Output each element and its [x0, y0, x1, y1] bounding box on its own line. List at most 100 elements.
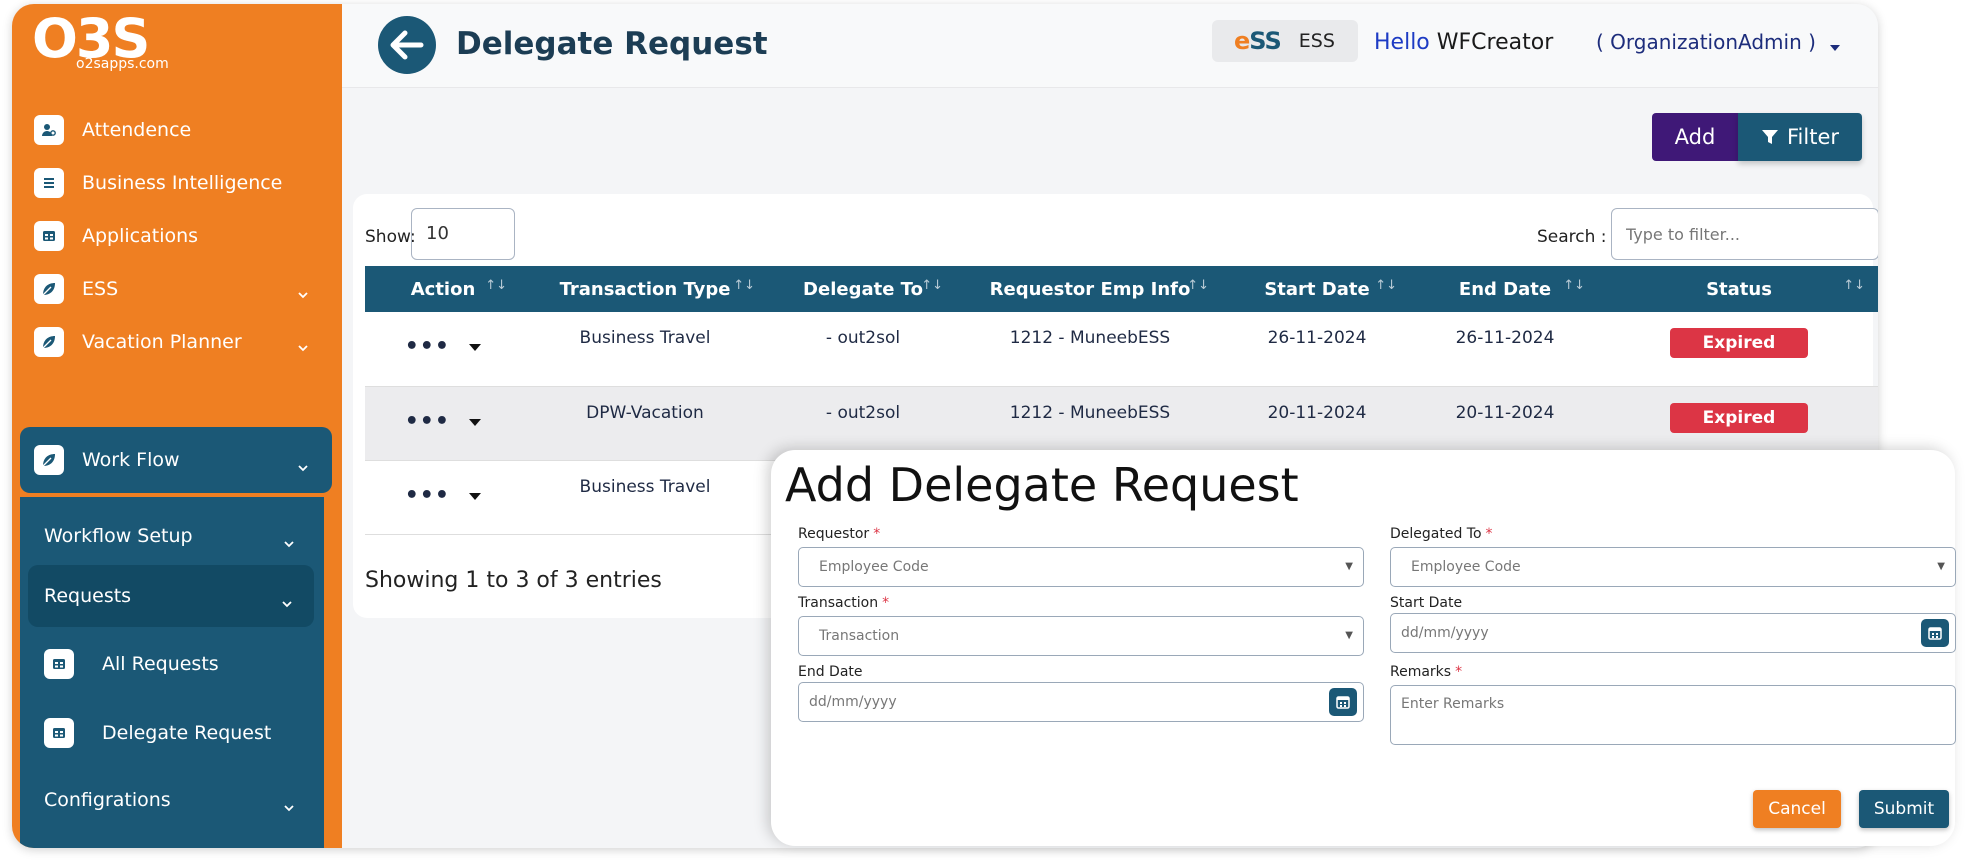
sort-icon: ↑↓ [921, 278, 943, 293]
sidebar-item-label: Applications [82, 225, 199, 247]
more-actions-button[interactable]: ••• [405, 409, 450, 434]
sort-icon: ↑↓ [1187, 278, 1209, 293]
delegated-to-select[interactable]: Employee Code ▼ [1390, 547, 1956, 587]
column-header-start-date[interactable]: Start Date ↑↓ [1223, 266, 1411, 312]
search-label: Search : [1537, 227, 1607, 247]
chevron-down-icon [282, 591, 292, 613]
sort-icon: ↑↓ [1375, 278, 1397, 293]
caret-down-icon[interactable] [469, 485, 482, 505]
sidebar: O3S o2sapps.com Attendence Business Inte… [12, 4, 342, 848]
table-row: ••• Business Travel - out2sol 1212 - Mun… [365, 312, 1878, 387]
start-date-input[interactable]: dd/mm/yyyy [1390, 613, 1956, 653]
submenu-item-delegate-request[interactable]: Delegate Request [20, 702, 324, 764]
action-cell: ••• [365, 386, 521, 461]
sidebar-item-applications[interactable]: Applications [20, 207, 332, 265]
required-mark: * [873, 526, 881, 542]
chevron-down-icon [298, 335, 308, 357]
greeting: Hello WFCreator [1374, 30, 1553, 55]
calendar-icon[interactable] [1921, 619, 1949, 647]
cell-delegate-to: - out2sol [769, 312, 957, 387]
column-header-action[interactable]: Action ↑↓ [365, 266, 521, 312]
sidebar-item-business-intelligence[interactable]: Business Intelligence [20, 154, 332, 212]
calendar-icon[interactable] [1329, 688, 1357, 716]
column-header-end-date[interactable]: End Date ↑↓ [1411, 266, 1599, 312]
filter-label: Filter [1786, 125, 1839, 149]
submenu-item-label: All Requests [102, 653, 219, 675]
required-mark: * [882, 595, 890, 611]
more-actions-button[interactable]: ••• [405, 483, 450, 508]
chevron-down-icon [284, 531, 294, 553]
caret-down-icon[interactable] [469, 336, 482, 356]
transaction-label: Transaction * [798, 595, 890, 611]
submenu-item-configrations[interactable]: Configrations [20, 769, 324, 831]
column-header-requestor-emp-info[interactable]: Requestor Emp Info ↑↓ [957, 266, 1223, 312]
action-cell: ••• [365, 460, 521, 535]
sidebar-item-vacation-planner[interactable]: Vacation Planner [20, 313, 332, 371]
end-date-input[interactable]: dd/mm/yyyy [798, 682, 1364, 722]
search-input[interactable] [1611, 208, 1878, 260]
sidebar-item-label: Attendence [82, 119, 192, 141]
caret-down-icon[interactable] [469, 411, 482, 431]
chevron-down-icon: ▼ [1345, 630, 1353, 641]
modal-title: Add Delegate Request [785, 458, 1299, 512]
transaction-select[interactable]: Transaction ▼ [798, 616, 1364, 656]
submenu-item-workflow-setup[interactable]: Workflow Setup [20, 505, 324, 567]
requestor-select[interactable]: Employee Code ▼ [798, 547, 1364, 587]
ess-switch[interactable]: eSS ESS [1212, 20, 1358, 62]
grid-icon [34, 221, 64, 251]
start-date-label: Start Date [1390, 595, 1463, 611]
cell-status: Expired [1599, 386, 1878, 461]
cell-requestor: 1212 - MuneebESS [957, 312, 1223, 387]
submit-button[interactable]: Submit [1859, 790, 1949, 828]
cell-transaction-type: DPW-Vacation [521, 386, 769, 461]
submenu-item-label: Delegate Request [102, 722, 272, 744]
cell-transaction-type: Business Travel [521, 312, 769, 387]
cell-end-date: 20-11-2024 [1411, 386, 1599, 461]
sidebar-item-ess[interactable]: ESS [20, 260, 332, 318]
status-badge: Expired [1670, 402, 1808, 433]
cancel-button[interactable]: Cancel [1753, 790, 1841, 828]
sort-icon: ↑↓ [485, 278, 507, 293]
username: WFCreator [1436, 30, 1554, 55]
filter-button[interactable]: Filter [1738, 113, 1862, 161]
sidebar-item-attendence[interactable]: Attendence [20, 101, 332, 159]
cell-delegate-to: - out2sol [769, 386, 957, 461]
remarks-textarea[interactable]: Enter Remarks [1390, 685, 1956, 745]
leaf-icon [34, 445, 64, 475]
filter-icon [1761, 128, 1779, 146]
table-header-row: Action ↑↓ Transaction Type ↑↓ Delegate To ↑… [365, 266, 1878, 312]
greeting-hello: Hello [1374, 30, 1430, 55]
ess-logo: eSS [1234, 27, 1282, 55]
logo-subtitle: o2sapps.com [76, 56, 169, 72]
submenu-item-label: Configrations [44, 789, 171, 811]
column-header-transaction-type[interactable]: Transaction Type ↑↓ [521, 266, 769, 312]
sidebar-item-work-flow[interactable]: Work Flow [20, 427, 332, 493]
column-header-delegate-to[interactable]: Delegate To ↑↓ [769, 266, 957, 312]
logo[interactable]: O3S o2sapps.com [32, 10, 192, 80]
entries-info: Showing 1 to 3 of 3 entries [365, 568, 662, 593]
cell-requestor: 1212 - MuneebESS [957, 386, 1223, 461]
column-header-status[interactable]: Status ↑↓ [1599, 266, 1878, 312]
page-size-select[interactable]: 10 [411, 208, 515, 260]
required-mark: * [1485, 526, 1493, 542]
arrow-left-icon [390, 30, 424, 60]
list-icon [34, 168, 64, 198]
ess-label: ESS [1298, 30, 1335, 52]
back-button[interactable] [378, 16, 436, 74]
delegated-to-label: Delegated To * [1390, 526, 1493, 542]
submenu-item-all-requests[interactable]: All Requests [20, 633, 324, 695]
required-mark: * [1455, 664, 1463, 680]
sort-icon: ↑↓ [1563, 278, 1585, 293]
role-dropdown[interactable]: ( OrganizationAdmin ) [1596, 30, 1841, 56]
submenu-item-requests[interactable]: Requests [28, 565, 314, 627]
add-delegate-request-modal: Add Delegate Request Requestor * Employee… [771, 450, 1956, 846]
remarks-label: Remarks * [1390, 664, 1463, 680]
leaf-icon [34, 327, 64, 357]
end-date-label: End Date [798, 664, 863, 680]
sidebar-item-label: Vacation Planner [82, 331, 242, 353]
page-title: Delegate Request [456, 26, 768, 62]
grid-icon [44, 718, 74, 748]
top-header: Delegate Request eSS ESS Hello WFCreator… [342, 4, 1878, 88]
more-actions-button[interactable]: ••• [405, 334, 450, 359]
add-button[interactable]: Add [1652, 113, 1738, 161]
